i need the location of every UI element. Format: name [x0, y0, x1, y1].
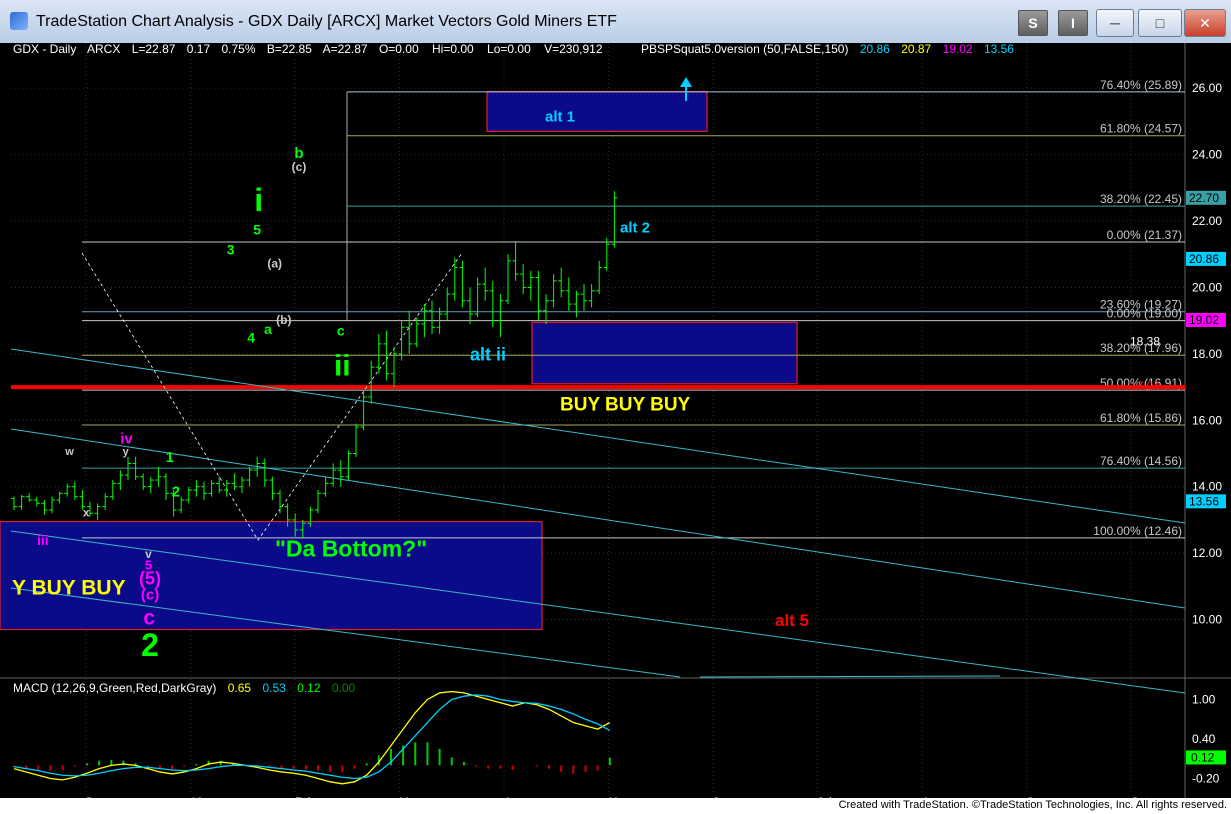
window-titlebar: TradeStation Chart Analysis - GDX Daily … — [0, 0, 1231, 44]
macd-header: MACD (12,26,9,Green,Red,DarkGray) 0.65 0… — [13, 681, 356, 695]
minimize-button[interactable]: ─ — [1096, 9, 1134, 37]
wave-label: alt 1 — [545, 108, 575, 125]
macd-value-1: 0.65 — [228, 681, 252, 695]
wave-label: alt 2 — [620, 220, 650, 237]
fib-label: 100.00% (12.46) — [1093, 524, 1182, 538]
i-button[interactable]: I — [1058, 10, 1088, 36]
wave-label: alt ii — [470, 345, 506, 365]
wave-label: w — [64, 446, 74, 458]
header-line: GDX - Daily ARCX L=22.87 0.17 0.75% B=22… — [13, 43, 603, 56]
indicator-value-3: 19.02 — [943, 43, 973, 56]
y-tick-label: 14.00 — [1192, 480, 1222, 494]
chart-canvas[interactable]: 76.40% (25.89) 61.80% (24.57) 38.20% (22.4… — [0, 43, 1231, 798]
header-ask: A=22.87 — [323, 43, 368, 56]
fib-label: 38.20% (22.45) — [1100, 192, 1182, 206]
wave-label: iv — [120, 431, 133, 448]
price-badge-label: 20.86 — [1189, 252, 1219, 266]
indicator-value-1: 20.86 — [860, 43, 890, 56]
wave-label: alt 5 — [775, 611, 809, 630]
indicator-value-2: 20.87 — [901, 43, 931, 56]
price-badge-label: 22.70 — [1189, 191, 1219, 205]
macd-tick-label: -0.20 — [1192, 772, 1220, 786]
fib-label: 0.00% (21.37) — [1107, 228, 1182, 242]
macd-tick-label: 1.00 — [1192, 692, 1216, 706]
alt-1-zone — [486, 90, 708, 132]
y-tick-label: 24.00 — [1192, 148, 1222, 162]
fib-label: 0.00% (19.00) — [1107, 307, 1182, 321]
y-tick-label: 16.00 — [1192, 413, 1222, 427]
price-note: 18.38 — [1130, 334, 1160, 348]
y-tick-label: 26.00 — [1192, 81, 1222, 95]
header-change: 0.17 — [187, 43, 211, 56]
wave-label: 1 — [166, 449, 174, 466]
footer-copyright: Created with TradeStation. ©TradeStation… — [838, 799, 1227, 811]
y-tick-label: 22.00 — [1192, 214, 1222, 228]
wave-label: Y BUY BUY — [12, 577, 126, 600]
macd-value-badge-label: 0.12 — [1191, 750, 1215, 764]
y-tick-label: 12.00 — [1192, 546, 1222, 560]
header-last: L=22.87 — [132, 43, 176, 56]
macd-value-4: 0.00 — [332, 681, 356, 695]
app-icon — [10, 12, 28, 30]
maximize-button[interactable]: □ — [1138, 9, 1182, 37]
wave-label: i — [254, 182, 263, 218]
ii-zone — [531, 321, 798, 385]
wave-label: c — [337, 323, 345, 339]
price-badge-label: 19.02 — [1189, 313, 1219, 327]
y-tick-label: 10.00 — [1192, 613, 1222, 627]
wave-label: (a) — [267, 257, 282, 271]
close-button[interactable]: ✕ — [1184, 9, 1226, 37]
macd-tick-label: 0.40 — [1192, 732, 1216, 746]
y-tick-label: 18.00 — [1192, 347, 1222, 361]
wave-label: y — [123, 446, 130, 458]
header-high: Hi=0.00 — [432, 43, 474, 56]
fib-label: 61.80% (24.57) — [1100, 122, 1182, 136]
close-icon: ✕ — [1199, 15, 1211, 31]
header-volume: V=230,912 — [544, 43, 603, 56]
footer: Created with TradeStation. ©TradeStation… — [0, 798, 1231, 814]
indicator-header: PBSPSquat5.0version (50,FALSE,150) 20.86… — [641, 43, 1014, 56]
i-button-label: I — [1071, 15, 1075, 31]
header-low: Lo=0.00 — [487, 43, 531, 56]
wave-label: x — [83, 506, 90, 520]
indicator-value-4: 13.56 — [984, 43, 1014, 56]
wave-label: (c) — [141, 587, 159, 604]
header-open: O=0.00 — [379, 43, 419, 56]
header-bid: B=22.85 — [267, 43, 312, 56]
header-symbol: GDX - Daily — [13, 43, 76, 56]
wave-label: a — [264, 321, 272, 337]
header-change-pct: 0.75% — [221, 43, 255, 56]
fib-label: 61.80% (15.86) — [1100, 411, 1182, 425]
wave-label: c — [143, 607, 155, 630]
minimize-icon: ─ — [1110, 15, 1120, 31]
macd-value-2: 0.53 — [262, 681, 286, 695]
wave-label: "Da Bottom?" — [275, 535, 427, 561]
window-title: TradeStation Chart Analysis - GDX Daily … — [36, 13, 617, 30]
macd-value-3: 0.12 — [297, 681, 321, 695]
header-exchange: ARCX — [87, 43, 120, 56]
wave-label: 5 — [253, 221, 261, 237]
indicator-name: PBSPSquat5.0version (50,FALSE,150) — [641, 43, 848, 56]
price-badge-label: 13.56 — [1189, 494, 1219, 508]
wave-label: iii — [37, 532, 49, 548]
fib-label: 76.40% (25.89) — [1100, 78, 1182, 92]
wave-label: (b) — [276, 313, 291, 327]
s-button-label: S — [1028, 15, 1038, 31]
fib-label: 76.40% (14.56) — [1100, 454, 1182, 468]
wave-label: 3 — [227, 241, 235, 257]
wave-label: (c) — [292, 160, 307, 174]
y-tick-label: 20.00 — [1192, 280, 1222, 294]
s-button[interactable]: S — [1018, 10, 1048, 36]
macd-name: MACD (12,26,9,Green,Red,DarkGray) — [13, 681, 216, 695]
maximize-icon: □ — [1155, 15, 1165, 31]
wave-label: 4 — [247, 329, 255, 345]
wave-label: BUY BUY BUY — [560, 394, 691, 415]
wave-label: 2 — [172, 484, 180, 501]
wave-label: 2 — [141, 627, 159, 663]
wave-label: ii — [334, 349, 351, 382]
